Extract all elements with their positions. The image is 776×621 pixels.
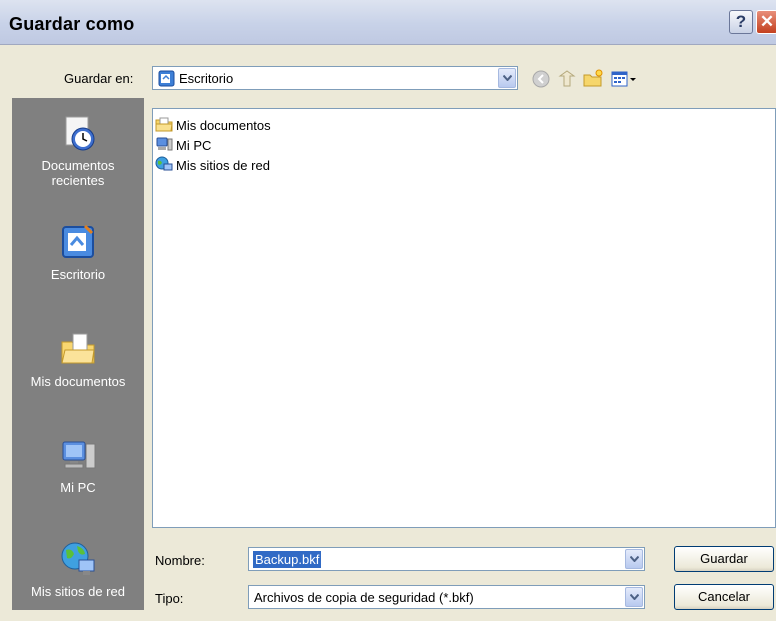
filetype-label: Tipo:	[155, 591, 184, 606]
file-name: Mis documentos	[176, 117, 271, 133]
place-label: Mis documentos	[30, 374, 126, 389]
place-my-computer[interactable]: Mi PC	[12, 434, 144, 495]
place-label: Mi PC	[60, 480, 96, 495]
place-label: Documentos recientes	[41, 158, 115, 188]
new-folder-icon[interactable]	[582, 68, 604, 90]
list-item[interactable]: Mis documentos	[155, 115, 271, 135]
filetype-value: Archivos de copia de seguridad (*.bkf)	[254, 590, 474, 605]
window-title: Guardar como	[9, 14, 135, 34]
filename-value: Backup.bkf	[253, 551, 322, 568]
chevron-down-icon[interactable]	[625, 587, 643, 607]
save-in-label: Guardar en:	[64, 71, 134, 86]
file-name: Mis sitios de red	[176, 157, 270, 173]
list-item[interactable]: Mi PC	[155, 135, 211, 155]
network-small-icon	[155, 156, 173, 175]
save-button[interactable]: Guardar	[674, 546, 774, 572]
chevron-down-icon[interactable]	[498, 68, 516, 88]
desktop-icon	[12, 221, 144, 263]
folder-documents-icon	[155, 116, 173, 135]
place-label: Escritorio	[50, 267, 106, 282]
file-name: Mi PC	[176, 137, 212, 153]
my-documents-icon	[12, 328, 144, 370]
filename-label: Nombre:	[155, 553, 205, 568]
computer-small-icon	[155, 136, 173, 155]
filename-input[interactable]: Backup.bkf	[248, 547, 645, 571]
list-item[interactable]: Mis sitios de red	[155, 155, 270, 175]
place-network[interactable]: Mis sitios de red	[12, 538, 144, 599]
my-computer-icon	[12, 434, 144, 476]
place-my-documents[interactable]: Mis documentos	[12, 328, 144, 389]
places-bar: Documentos recientes Escritorio Mis docu…	[12, 98, 144, 610]
help-button[interactable]: ?	[729, 10, 753, 34]
back-icon[interactable]	[530, 68, 552, 90]
chevron-down-icon[interactable]	[625, 549, 643, 569]
filetype-dropdown[interactable]: Archivos de copia de seguridad (*.bkf)	[248, 585, 645, 609]
network-icon	[12, 538, 144, 580]
save-in-value: Escritorio	[179, 71, 234, 86]
desktop-small-icon	[158, 70, 175, 90]
place-desktop[interactable]: Escritorio	[12, 221, 144, 282]
save-in-dropdown[interactable]: Escritorio	[152, 66, 518, 90]
close-button[interactable]: ✕	[756, 10, 776, 34]
file-list[interactable]: Mis documentos Mi PC Mis sitios de red	[152, 108, 776, 528]
view-menu-icon[interactable]	[610, 68, 638, 90]
cancel-button[interactable]: Cancelar	[674, 584, 774, 610]
place-label: Mis sitios de red	[31, 584, 125, 599]
title-bar: Guardar como ? ✕	[0, 0, 776, 45]
recent-documents-icon	[12, 112, 144, 154]
place-recent-documents[interactable]: Documentos recientes	[12, 112, 144, 188]
up-folder-icon[interactable]	[556, 68, 578, 90]
